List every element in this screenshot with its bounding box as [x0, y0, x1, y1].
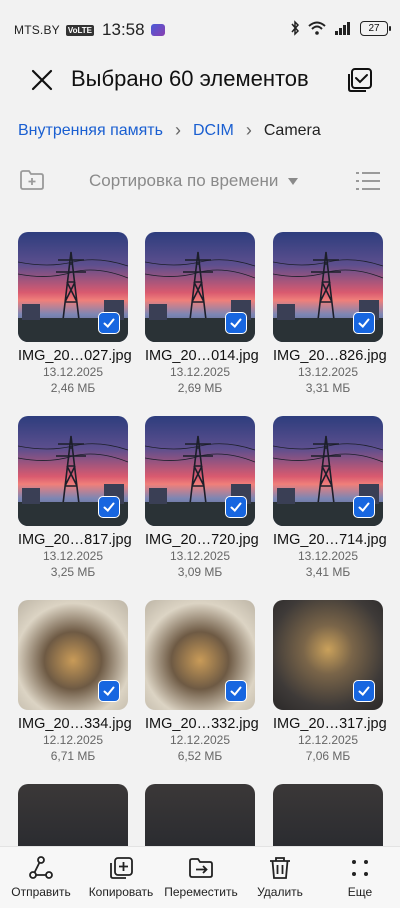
file-name: IMG_20…027.jpg — [18, 348, 132, 364]
selected-checkbox[interactable] — [98, 496, 120, 518]
file-date: 13.12.2025 — [169, 365, 231, 379]
file-name: IMG_20…720.jpg — [145, 532, 259, 548]
caret-down-icon — [288, 177, 299, 185]
file-size: 6,52 МБ — [177, 749, 223, 763]
file-size: 3,25 МБ — [50, 565, 96, 579]
sort-label: Сортировка по времени — [89, 171, 279, 190]
file-thumbnail[interactable] — [273, 416, 383, 526]
select-all-icon[interactable] — [346, 66, 374, 94]
chevron-right-icon: › — [174, 120, 181, 140]
app-notification-icon — [150, 24, 165, 36]
file-size: 2,69 МБ — [177, 381, 223, 395]
file-tile[interactable]: IMG_20…334.jpg 12.12.2025 6,71 МБ — [18, 600, 132, 764]
file-date: 13.12.2025 — [297, 549, 359, 563]
carrier-name: MTS.BY — [14, 23, 60, 37]
file-size: 3,41 МБ — [305, 565, 351, 579]
selected-checkbox[interactable] — [98, 680, 120, 702]
file-date: 12.12.2025 — [169, 733, 231, 747]
sort-dropdown[interactable]: Сортировка по времени — [89, 171, 299, 191]
more-icon — [352, 860, 368, 876]
file-thumbnail[interactable] — [18, 232, 128, 342]
file-thumbnail[interactable] — [18, 416, 128, 526]
file-thumbnail[interactable] — [18, 600, 128, 710]
copy-icon — [110, 857, 133, 879]
breadcrumb: Внутренняя память › DCIM › Camera — [18, 120, 321, 141]
more-button[interactable]: Еще — [320, 855, 400, 899]
file-thumbnail[interactable] — [273, 600, 383, 710]
file-name: IMG_20…317.jpg — [273, 716, 387, 732]
send-button[interactable]: Отправить — [1, 855, 81, 899]
breadcrumb-dcim[interactable]: DCIM — [193, 122, 234, 140]
file-tile[interactable]: IMG_20…014.jpg 13.12.2025 2,69 МБ — [145, 232, 259, 396]
selected-checkbox[interactable] — [353, 680, 375, 702]
trash-icon — [270, 857, 290, 879]
close-icon[interactable] — [26, 64, 58, 96]
file-date: 13.12.2025 — [42, 365, 104, 379]
move-label: Переместить — [164, 885, 238, 899]
file-tile[interactable]: IMG_20…826.jpg 13.12.2025 3,31 МБ — [273, 232, 387, 396]
file-size: 6,71 МБ — [50, 749, 96, 763]
file-date: 13.12.2025 — [169, 549, 231, 563]
share-icon — [29, 856, 53, 879]
status-bar: MTS.BY VoLTE 13:58 27 — [0, 0, 400, 60]
selected-checkbox[interactable] — [353, 312, 375, 334]
file-thumbnail[interactable] — [145, 416, 255, 526]
file-name: IMG_20…332.jpg — [145, 716, 259, 732]
selected-checkbox[interactable] — [225, 312, 247, 334]
selection-header: Выбрано 60 элементов — [0, 58, 400, 102]
volte-badge: VoLTE — [65, 24, 95, 36]
bottom-action-bar: Отправить Копировать Переместить Удалить… — [0, 846, 400, 908]
selected-checkbox[interactable] — [225, 496, 247, 518]
chevron-right-icon: › — [245, 120, 252, 140]
send-label: Отправить — [11, 885, 71, 899]
file-date: 13.12.2025 — [42, 549, 104, 563]
new-folder-icon[interactable] — [19, 169, 45, 191]
copy-button[interactable]: Копировать — [81, 855, 161, 899]
file-tile[interactable]: IMG_20…720.jpg 13.12.2025 3,09 МБ — [145, 416, 259, 580]
file-name: IMG_20…826.jpg — [273, 348, 387, 364]
file-thumbnail[interactable] — [145, 232, 255, 342]
file-tile[interactable]: IMG_20…027.jpg 13.12.2025 2,46 МБ — [18, 232, 132, 396]
file-thumbnail[interactable] — [273, 232, 383, 342]
breadcrumb-camera: Camera — [263, 121, 321, 139]
file-size: 2,46 МБ — [50, 381, 96, 395]
wifi-icon — [308, 21, 326, 35]
battery-indicator: 27 — [360, 20, 391, 36]
file-size: 3,31 МБ — [305, 381, 351, 395]
delete-label: Удалить — [257, 885, 303, 899]
file-date: 12.12.2025 — [42, 733, 104, 747]
file-name: IMG_20…014.jpg — [145, 348, 259, 364]
file-name: IMG_20…334.jpg — [18, 716, 132, 732]
clock: 13:58 — [102, 20, 145, 39]
file-name: IMG_20…714.jpg — [273, 532, 387, 548]
copy-label: Копировать — [88, 885, 154, 899]
more-label: Еще — [347, 885, 373, 899]
file-date: 13.12.2025 — [297, 365, 359, 379]
file-tile[interactable]: IMG_20…317.jpg 12.12.2025 7,06 МБ — [273, 600, 387, 764]
bluetooth-icon — [291, 20, 300, 36]
signal-icon — [335, 22, 350, 35]
file-tile[interactable]: IMG_20…714.jpg 13.12.2025 3,41 МБ — [273, 416, 387, 580]
move-icon — [189, 858, 213, 878]
breadcrumb-internal-storage[interactable]: Внутренняя память — [18, 122, 163, 140]
file-tile[interactable]: IMG_20…332.jpg 12.12.2025 6,52 МБ — [145, 600, 259, 764]
selected-checkbox[interactable] — [353, 496, 375, 518]
list-view-icon[interactable] — [356, 170, 380, 192]
file-thumbnail[interactable] — [145, 600, 255, 710]
file-tile[interactable]: IMG_20…817.jpg 13.12.2025 3,25 МБ — [18, 416, 132, 580]
file-size: 3,09 МБ — [177, 565, 223, 579]
move-button[interactable]: Переместить — [161, 855, 241, 899]
toolbar: Сортировка по времени — [0, 166, 400, 196]
page-title: Выбрано 60 элементов — [71, 66, 309, 91]
file-size: 7,06 МБ — [305, 749, 351, 763]
delete-button[interactable]: Удалить — [240, 855, 320, 899]
selected-checkbox[interactable] — [98, 312, 120, 334]
selected-checkbox[interactable] — [225, 680, 247, 702]
file-date: 12.12.2025 — [297, 733, 359, 747]
file-name: IMG_20…817.jpg — [18, 532, 132, 548]
